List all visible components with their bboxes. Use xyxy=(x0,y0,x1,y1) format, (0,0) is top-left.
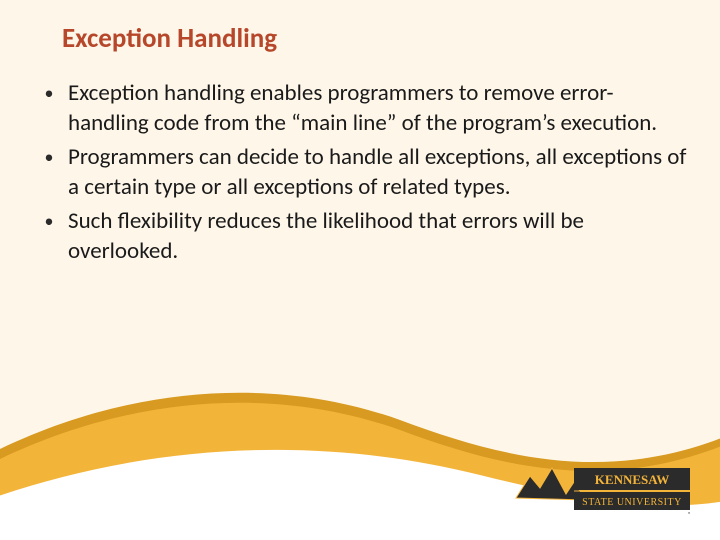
list-item: • Exception handling enables programmers… xyxy=(30,78,690,138)
logo-text-bottom: STATE UNIVERSITY xyxy=(582,497,682,508)
bullet-dot-icon: • xyxy=(30,206,68,236)
bullet-dot-icon: • xyxy=(30,142,68,172)
registered-mark-icon: ® xyxy=(688,510,691,518)
bullet-dot-icon: • xyxy=(30,78,68,108)
bullet-text: Such flexibility reduces the likelihood … xyxy=(68,206,690,266)
body-content: • Exception handling enables programmers… xyxy=(30,78,690,270)
ksu-logo: KENNESAW STATE UNIVERSITY ® xyxy=(512,462,692,520)
slide: Exception Handling • Exception handling … xyxy=(0,0,720,540)
bullet-text: Exception handling enables programmers t… xyxy=(68,78,690,138)
slide-title: Exception Handling xyxy=(62,22,277,55)
logo-text-top: KENNESAW xyxy=(595,472,669,487)
list-item: • Programmers can decide to handle all e… xyxy=(30,142,690,202)
bullet-text: Programmers can decide to handle all exc… xyxy=(68,142,690,202)
bullet-list: • Exception handling enables programmers… xyxy=(30,78,690,266)
list-item: • Such flexibility reduces the likelihoo… xyxy=(30,206,690,266)
